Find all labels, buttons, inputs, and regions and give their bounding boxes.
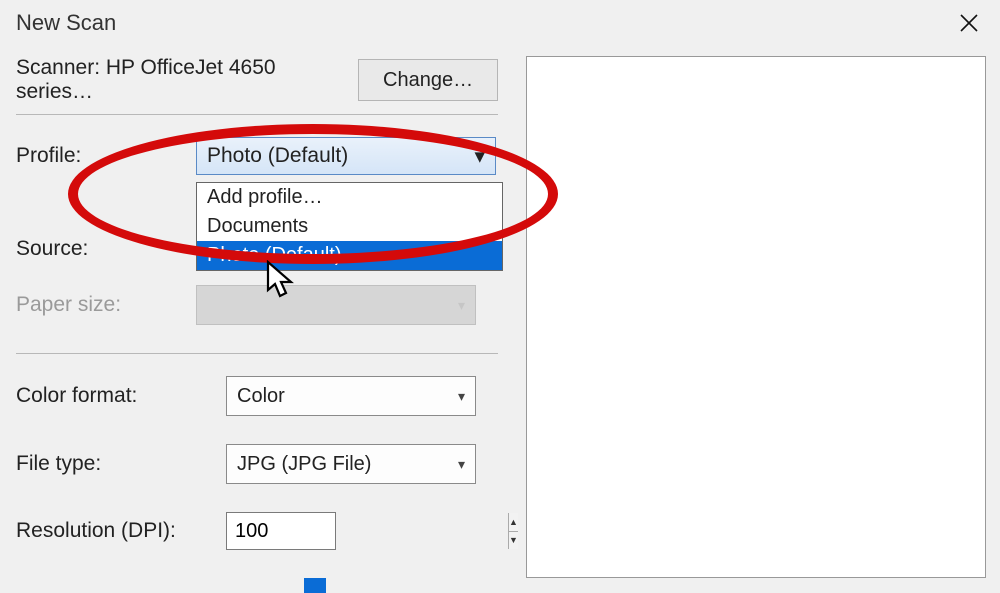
spin-up-button[interactable]: ▲ xyxy=(509,513,518,531)
close-icon xyxy=(960,14,978,32)
resolution-label: Resolution (DPI): xyxy=(16,519,226,543)
settings-panel: Scanner: HP OfficeJet 4650 series… Chang… xyxy=(0,46,508,578)
color-format-value: Color xyxy=(237,385,285,408)
profile-label: Profile: xyxy=(16,144,196,168)
chevron-down-icon: ▾ xyxy=(474,144,485,169)
separator xyxy=(16,114,498,115)
profile-combo-value: Photo (Default) xyxy=(207,144,348,168)
profile-option[interactable]: Photo (Default) xyxy=(197,241,502,270)
color-format-combo[interactable]: Color ▾ xyxy=(226,376,476,416)
source-label: Source: xyxy=(16,237,196,261)
separator xyxy=(16,353,498,354)
paper-size-label: Paper size: xyxy=(16,293,196,317)
color-format-label: Color format: xyxy=(16,384,226,408)
slider-thumb[interactable] xyxy=(304,578,326,593)
resolution-spinner[interactable]: ▲ ▼ xyxy=(226,512,336,550)
paper-size-combo: ▾ xyxy=(196,285,476,325)
titlebar: New Scan xyxy=(0,0,1000,46)
scanner-label: Scanner: HP OfficeJet 4650 series… xyxy=(16,56,358,104)
close-button[interactable] xyxy=(938,0,1000,46)
profile-dropdown[interactable]: Add profile…DocumentsPhoto (Default) xyxy=(196,182,503,271)
new-scan-dialog: New Scan Scanner: HP OfficeJet 4650 seri… xyxy=(0,0,1000,593)
chevron-down-icon: ▾ xyxy=(458,297,465,314)
chevron-down-icon: ▾ xyxy=(458,456,465,473)
window-title: New Scan xyxy=(16,10,116,36)
profile-combo[interactable]: Photo (Default) ▾ xyxy=(196,137,496,175)
profile-option[interactable]: Add profile… xyxy=(197,183,502,212)
file-type-value: JPG (JPG File) xyxy=(237,453,371,476)
change-scanner-button[interactable]: Change… xyxy=(358,59,498,101)
resolution-input[interactable] xyxy=(227,513,508,549)
profile-option[interactable]: Documents xyxy=(197,212,502,241)
file-type-label: File type: xyxy=(16,452,226,476)
file-type-combo[interactable]: JPG (JPG File) ▾ xyxy=(226,444,476,484)
preview-area xyxy=(526,56,986,578)
spin-down-button[interactable]: ▼ xyxy=(509,531,518,550)
chevron-down-icon: ▾ xyxy=(458,388,465,405)
